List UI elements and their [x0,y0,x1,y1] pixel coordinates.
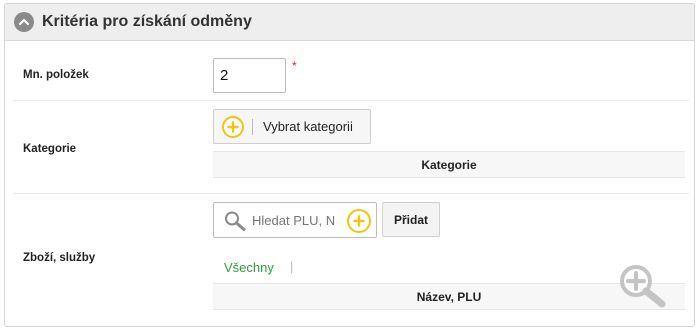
select-category-button[interactable]: Vybrat kategorii [213,109,371,144]
filter-all-link[interactable]: Všechny [224,260,274,275]
product-search-box [213,202,377,238]
plus-circle-icon [222,115,244,138]
product-search-input[interactable] [252,211,340,229]
select-category-label: Vybrat kategorii [263,119,353,134]
products-label: Zboží, služby [23,252,96,264]
chevron-up-icon[interactable] [14,12,34,32]
quantity-label: Mn. položek [23,69,89,81]
category-row: Kategorie Vybrat kategorii Kategorie [13,101,689,194]
rewards-criteria-panel: Kritéria pro získání odměny Mn. položek … [4,3,695,327]
quantity-input[interactable] [213,58,286,93]
panel-title: Kritéria pro získání odměny [42,13,252,30]
products-row: Zboží, služby Přidat Všechny | Název, PL… [13,194,689,314]
zoom-in-icon[interactable] [618,262,678,315]
category-table-header: Kategorie [213,151,685,178]
required-mark: * [292,59,297,73]
plus-circle-icon[interactable] [347,209,371,233]
category-label: Kategorie [23,143,77,155]
search-icon [223,210,247,237]
panel-header[interactable]: Kritéria pro získání odměny [5,4,694,41]
add-product-button[interactable]: Přidat [382,202,440,237]
quantity-row: Mn. položek * [13,44,689,101]
button-separator [252,118,253,135]
products-table-header: Název, PLU [213,283,685,310]
filter-separator: | [290,259,294,274]
